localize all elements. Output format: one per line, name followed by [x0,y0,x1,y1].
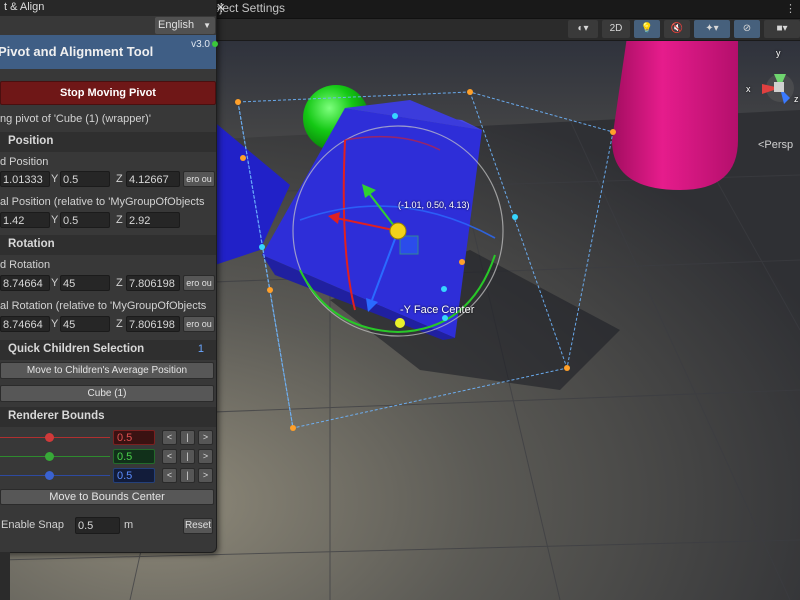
bounds-y-slider-handle[interactable] [45,452,54,461]
gizmo-axis-x: x [746,84,751,94]
gizmo-axis-z: z [794,94,799,104]
local-position-z-field[interactable]: 2.92 [126,212,180,228]
local-rotation-zero-button[interactable]: ero ou [183,316,215,332]
axis-z-label: Z [116,214,123,226]
tool-header: Pivot and Alignment Tool v3.0 [0,35,216,69]
snap-unit-label: m [124,519,134,531]
local-position-label: al Position (relative to 'MyGroupOfObjec… [0,196,205,208]
bounds-z-slider-track[interactable] [0,475,110,476]
move-to-children-average-button[interactable]: Move to Children's Average Position [0,362,214,379]
bounds-x-slider-track[interactable] [0,437,110,438]
world-rotation-y-field[interactable]: 45 [60,275,110,291]
snap-reset-button[interactable]: Reset [183,518,213,534]
world-position-y-field[interactable]: 0.5 [60,171,110,187]
world-rotation-z-field[interactable]: 7.806198 [126,275,180,291]
audio-toggle-icon[interactable]: 🔇 [664,20,690,38]
bounds-y-center-button[interactable]: | [180,449,195,464]
position-section-label: Position [8,135,54,147]
local-position-x-field[interactable]: 1.42 [0,212,50,228]
renderer-bounds-section-header[interactable]: Renderer Bounds [0,407,216,427]
version-label: v3.0 [191,39,210,50]
tool-title: Pivot and Alignment Tool [0,44,154,59]
local-position-y-field[interactable]: 0.5 [60,212,110,228]
renderer-bounds-label: Renderer Bounds [8,410,105,422]
world-position-x-field[interactable]: 1.01333 [0,171,50,187]
axis-y-label: Y [51,173,59,185]
bounds-z-center-button[interactable]: | [180,468,195,483]
status-dot-icon [212,41,218,47]
bounds-x-right-button[interactable]: > [198,430,213,445]
magenta-capsule [612,30,738,190]
pivot-align-panel: t & Align ⋮ ✕ English ▼ Pivot and Alignme… [0,0,227,553]
world-rotation-x-field[interactable]: 8.74664 [0,275,50,291]
bounds-z-left-button[interactable]: < [162,468,177,483]
chevron-down-icon: ▼ [203,21,211,30]
scene-toolbar: ◐▾ 2D 💡 🔇 ✦▾ ⊘ ■▾ [216,18,800,41]
children-count-badge: 1 [197,343,204,355]
language-value: English [158,19,195,31]
quick-children-label: Quick Children Selection [8,343,145,355]
bounds-y-value[interactable]: 0.5 [113,449,155,464]
bounds-x-value[interactable]: 0.5 [113,430,155,445]
axis-z-label: Z [116,318,123,330]
face-center-label: -Y Face Center [400,304,475,316]
shading-mode-button[interactable]: ◐▾ [568,20,598,38]
enable-snap-label[interactable]: Enable Snap [1,519,64,531]
axis-y-label: Y [51,277,59,289]
bounds-x-center-button[interactable]: | [180,430,195,445]
bounds-y-right-button[interactable]: > [198,449,213,464]
axis-y-label: Y [51,318,59,330]
perspective-label[interactable]: <Persp [758,139,793,151]
hidden-objects-toggle-icon[interactable]: ⊘ [734,20,760,38]
camera-settings-icon[interactable]: ■▾ [764,20,800,38]
bounds-y-left-button[interactable]: < [162,449,177,464]
world-position-zero-button[interactable]: ero ou [183,171,215,187]
more-icon[interactable]: ⋮ [785,2,796,15]
panel-titlebar[interactable]: t & Align ⋮ ✕ [0,0,227,16]
world-position-label: d Position [0,156,49,168]
local-rotation-x-field[interactable]: 8.74664 [0,316,50,332]
world-position-z-field[interactable]: 4.12667 [126,171,180,187]
snap-value-field[interactable]: 0.5 [75,517,120,534]
bounds-x-left-button[interactable]: < [162,430,177,445]
quick-children-section-header[interactable]: Quick Children Selection 1 [0,340,216,360]
local-rotation-label: al Rotation (relative to 'MyGroupOfObjec… [0,300,207,312]
bounds-z-slider-handle[interactable] [45,471,54,480]
close-icon[interactable]: ✕ [216,1,231,14]
rotation-section-label: Rotation [8,238,55,250]
axis-y-label: Y [51,214,59,226]
gizmo-axis-y: y [776,48,781,58]
world-rotation-zero-button[interactable]: ero ou [183,275,215,291]
select-child-cube-1-button[interactable]: Cube (1) [0,385,214,402]
left-dock-strip [0,552,10,600]
lighting-toggle-icon[interactable]: 💡 [634,20,660,38]
world-rotation-label: d Rotation [0,259,51,271]
language-dropdown[interactable]: English ▼ [155,17,215,34]
editing-pivot-text: ng pivot of 'Cube (1) (wrapper)' [0,113,151,125]
face-center-handle[interactable] [395,318,405,328]
local-rotation-y-field[interactable]: 45 [60,316,110,332]
position-section-header[interactable]: Position [0,132,216,152]
bounds-y-slider-track[interactable] [0,456,110,457]
axis-z-label: Z [116,277,123,289]
rotation-section-header[interactable]: Rotation [0,235,216,255]
coordinate-readout: (-1.01, 0.50, 4.13) [398,200,470,210]
move-to-bounds-center-button[interactable]: Move to Bounds Center [0,489,214,505]
effects-toggle-icon[interactable]: ✦▾ [694,20,730,38]
bounds-z-value[interactable]: 0.5 [113,468,155,483]
axis-z-label: Z [116,173,123,185]
toggle-2d-button[interactable]: 2D [602,20,630,38]
bounds-z-right-button[interactable]: > [198,468,213,483]
local-rotation-z-field[interactable]: 7.806198 [126,316,180,332]
bounds-x-slider-handle[interactable] [45,433,54,442]
panel-tab-title[interactable]: t & Align [4,1,44,13]
stop-moving-pivot-button[interactable]: Stop Moving Pivot [0,81,216,105]
